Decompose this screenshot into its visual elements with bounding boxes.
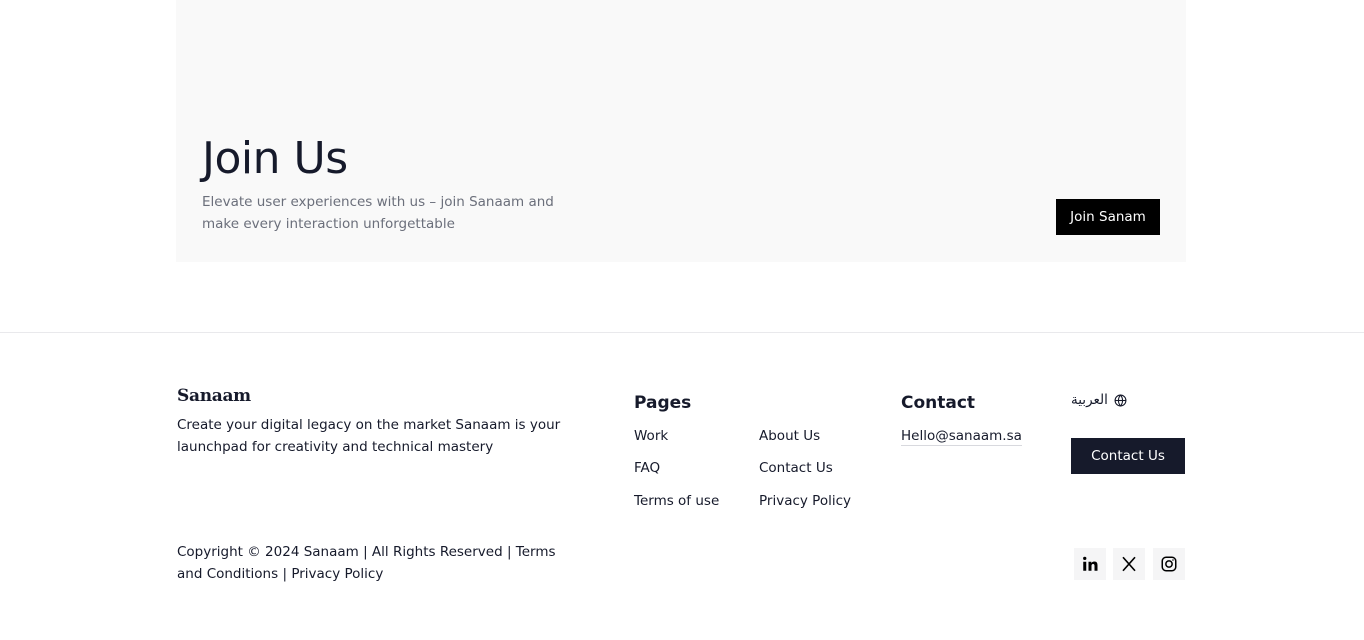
email-link[interactable]: Hello@sanaam.sa — [901, 428, 1022, 446]
footer-link-faq[interactable]: FAQ — [634, 460, 660, 476]
join-description: Elevate user experiences with us – join … — [202, 194, 554, 232]
footer-link-contact-us[interactable]: Contact Us — [759, 460, 833, 476]
contact-heading: Contact — [901, 393, 976, 413]
join-sanam-button[interactable]: Join Sanam — [1056, 199, 1160, 235]
x-icon — [1122, 556, 1136, 572]
globe-icon — [1114, 393, 1127, 407]
join-title: Join Us — [202, 133, 348, 184]
contact-us-button[interactable]: Contact Us — [1071, 438, 1185, 474]
copyright-text: Copyright © 2024 Sanaam | All Rights Res… — [177, 544, 512, 560]
linkedin-icon — [1083, 556, 1098, 571]
join-us-section: Join Us Elevate user experiences with us… — [176, 0, 1186, 262]
privacy-link[interactable]: Privacy Policy — [291, 566, 383, 582]
language-switch[interactable]: العربية — [1071, 392, 1127, 408]
pages-heading: Pages — [634, 393, 692, 413]
language-label: العربية — [1071, 392, 1108, 408]
instagram-icon — [1161, 556, 1177, 572]
footer-link-privacy[interactable]: Privacy Policy — [759, 493, 851, 509]
brand-description: Create your digital legacy on the market… — [177, 417, 561, 455]
copyright-separator: | — [282, 566, 288, 582]
brand-logo[interactable]: Sanaam — [177, 386, 251, 406]
instagram-link[interactable] — [1153, 548, 1185, 580]
x-link[interactable] — [1113, 548, 1145, 580]
footer-link-terms[interactable]: Terms of use — [634, 493, 719, 509]
footer-link-work[interactable]: Work — [634, 428, 668, 444]
footer-link-about-us[interactable]: About Us — [759, 428, 820, 444]
linkedin-link[interactable] — [1074, 548, 1106, 580]
footer-divider — [0, 332, 1364, 333]
copyright: Copyright © 2024 Sanaam | All Rights Res… — [177, 541, 577, 585]
